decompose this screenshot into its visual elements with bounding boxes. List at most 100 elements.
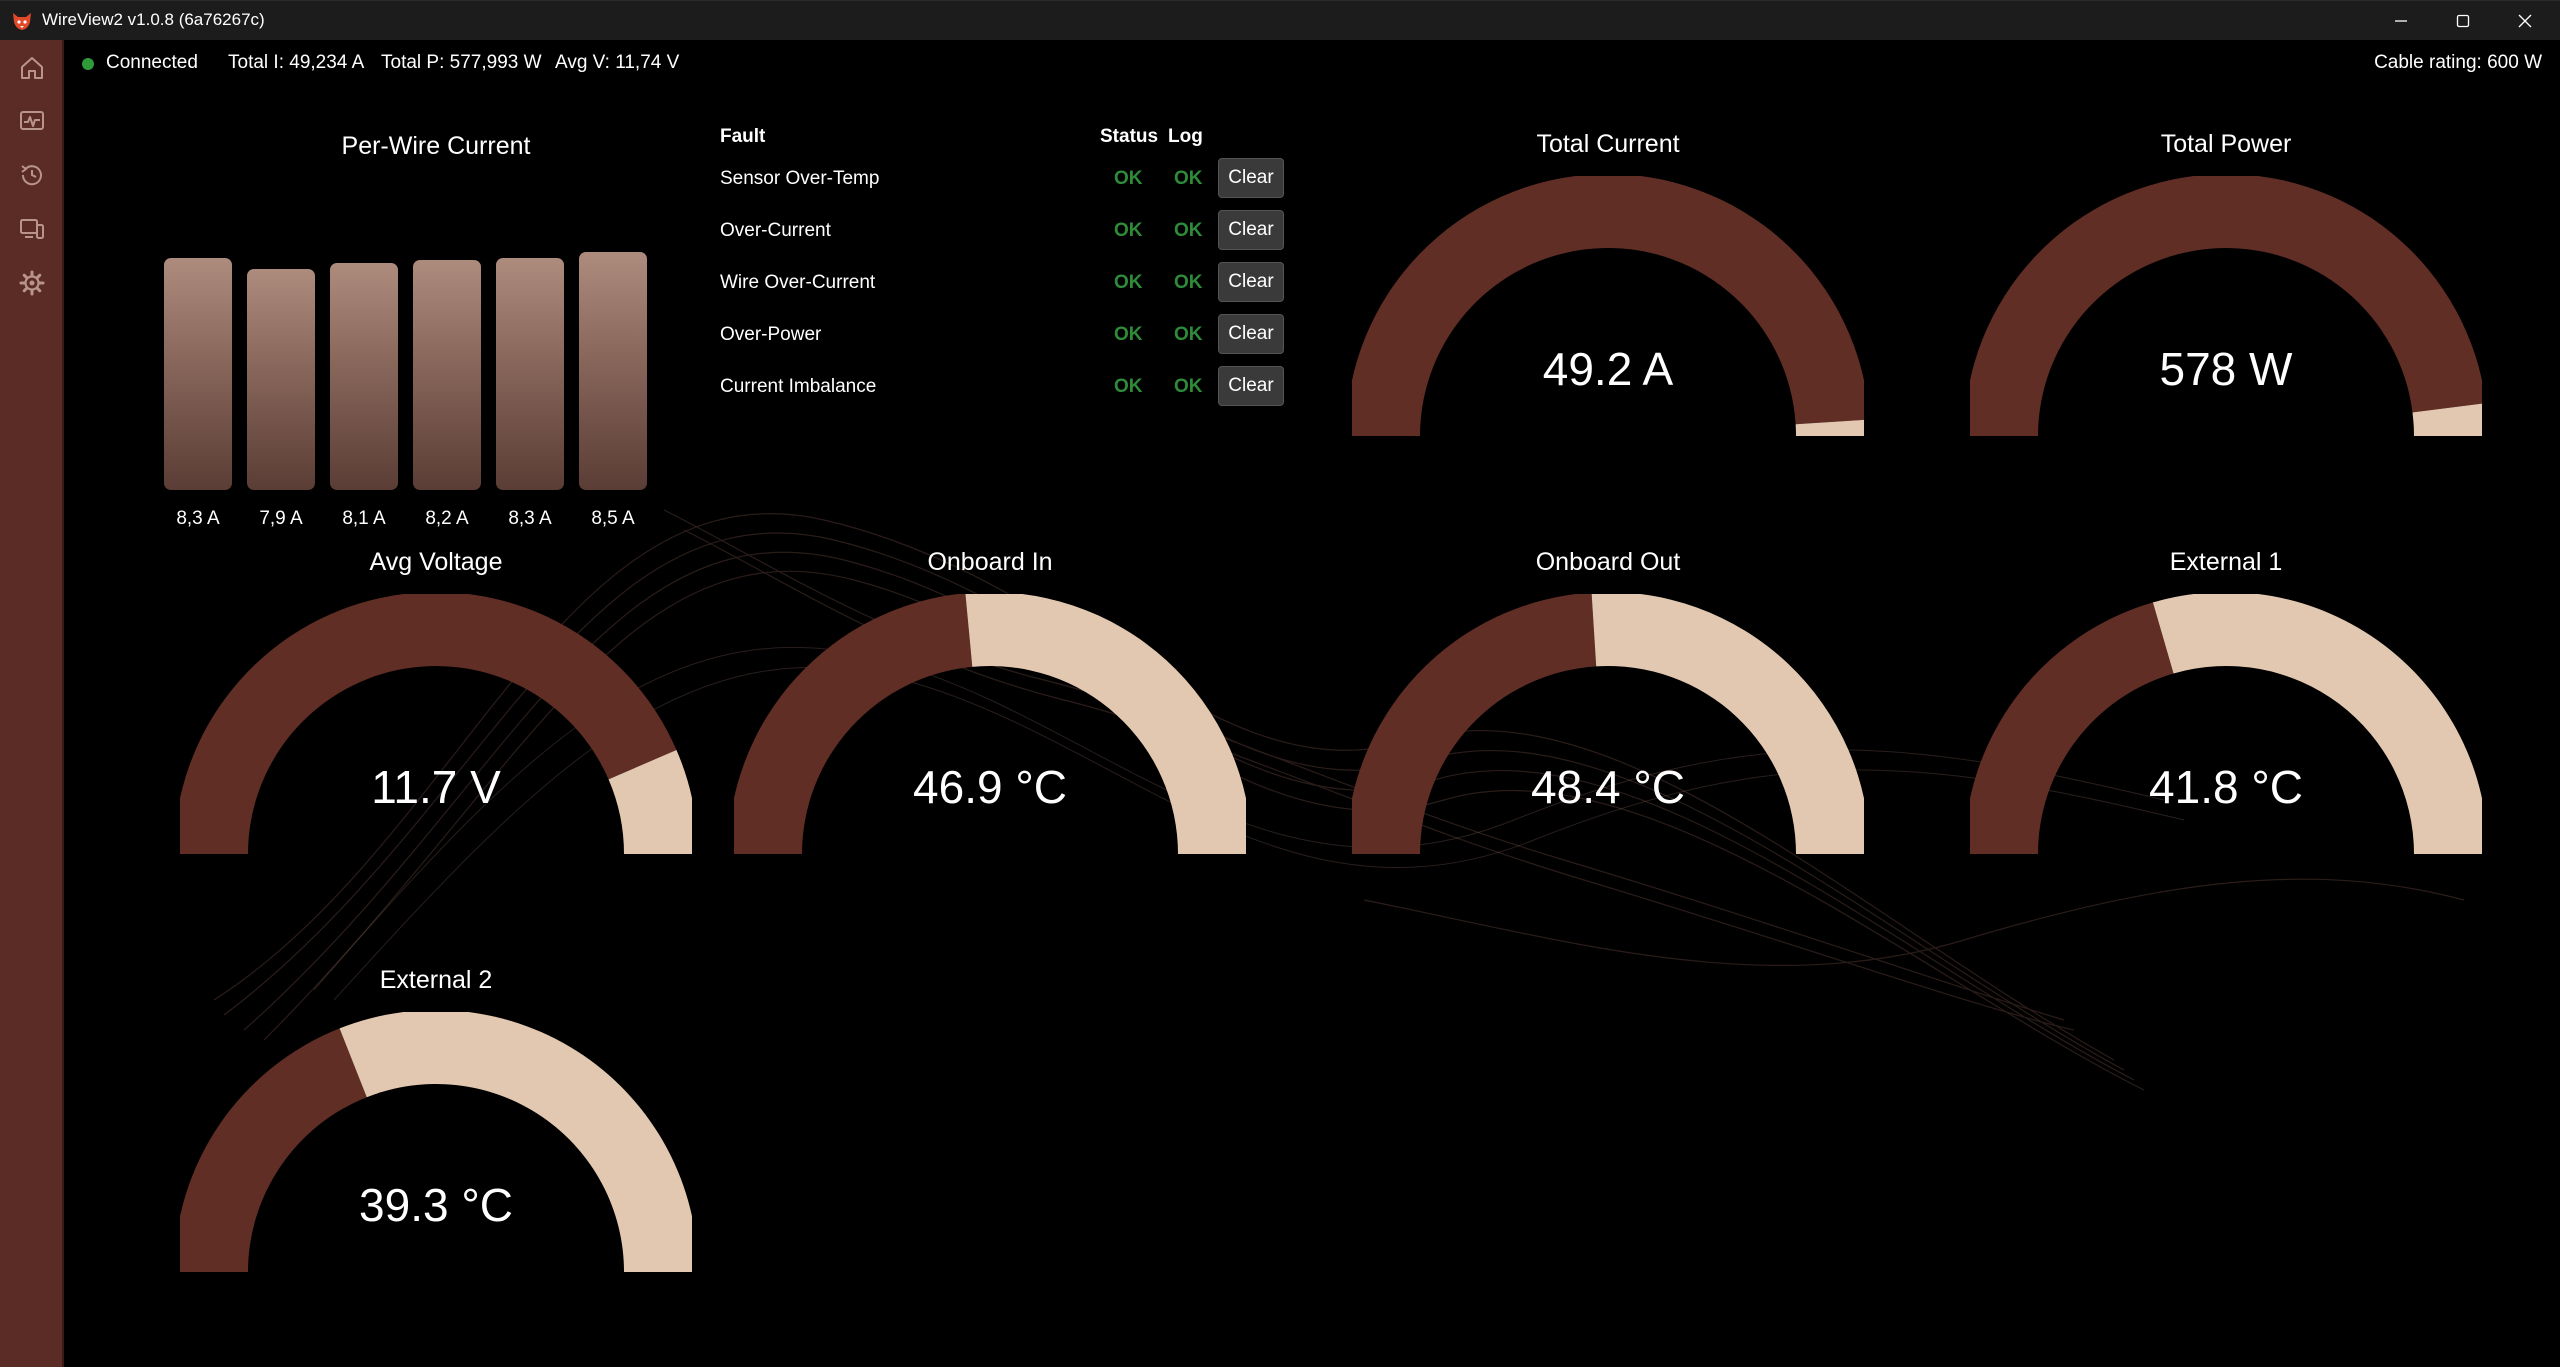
gauge-track: [1970, 176, 2482, 436]
gauge-arc: [1352, 176, 1864, 436]
clear-fault-button[interactable]: Clear: [1218, 366, 1284, 406]
title-bar: WireView2 v1.0.8 (6a76267c): [0, 0, 2560, 40]
fault-table: Fault Status Log Sensor Over-Temp OK OK Cle…: [718, 118, 1378, 458]
wire-current-bar: [413, 260, 481, 490]
close-button[interactable]: [2494, 1, 2556, 41]
monitor-chart-icon: [20, 111, 44, 130]
fault-status: OK: [1114, 168, 1143, 189]
fault-row: Current Imbalance OK OK Clear: [718, 366, 1378, 406]
sidebar-item-devices[interactable]: [14, 211, 50, 247]
gauge-value: 578 W: [2159, 343, 2293, 395]
gauge-track: [1352, 176, 1864, 436]
gauge-track: [734, 594, 973, 854]
wire-current-bar: [579, 252, 647, 490]
gear-icon: [19, 270, 45, 296]
clear-fault-button[interactable]: Clear: [1218, 210, 1284, 250]
avg-voltage-readout: Avg V: 11,74 V: [555, 52, 680, 73]
sidebar-item-monitor[interactable]: [14, 103, 50, 139]
clear-fault-button[interactable]: Clear: [1218, 262, 1284, 302]
fault-name: Sensor Over-Temp: [720, 168, 880, 189]
gauge-arc: [734, 594, 1246, 854]
fault-status: OK: [1114, 272, 1143, 293]
gauge-title: Total Current: [1536, 130, 1680, 158]
wire-current-bar: [247, 269, 315, 490]
sidebar-item-settings[interactable]: [14, 265, 50, 301]
gauge-value: 11.7 V: [371, 761, 501, 813]
dashboard: Connected Total I: 49,234 A Total P: 577…: [64, 40, 2560, 1367]
connection-status-dot: [82, 58, 94, 70]
external-1-gauge: External 1 41.8 °C: [1946, 548, 2506, 968]
sidebar-item-home[interactable]: [14, 50, 50, 86]
fault-name: Current Imbalance: [720, 376, 877, 397]
gauge-title: External 1: [2169, 548, 2283, 576]
sidebar-item-history[interactable]: [14, 157, 50, 193]
clear-fault-button[interactable]: Clear: [1218, 314, 1284, 354]
gauge-title: Avg Voltage: [369, 548, 503, 576]
fault-log: OK: [1174, 220, 1203, 241]
gauge-title: External 2: [379, 966, 493, 994]
gauge-arc: [1352, 594, 1864, 854]
home-icon: [21, 57, 43, 79]
fault-name: Over-Power: [720, 324, 822, 345]
total-current-readout: Total I: 49,234 A: [228, 52, 365, 73]
connection-status: Connected: [106, 52, 198, 73]
devices-icon: [20, 219, 44, 239]
gauge-title: Total Power: [2160, 130, 2292, 158]
wire-current-label: 8,3 A: [176, 508, 220, 529]
fault-log: OK: [1174, 376, 1203, 397]
sidebar: [0, 40, 64, 1367]
fault-status: OK: [1114, 376, 1143, 397]
gauge-fill: [965, 594, 1246, 854]
wire-current-label: 8,1 A: [342, 508, 386, 529]
gauge-value: 49.2 A: [1542, 343, 1674, 395]
gauge-title: Onboard Out: [1535, 548, 1681, 576]
onboard-in-gauge: Onboard In 46.9 °C: [710, 548, 1270, 968]
per-wire-current-chart: 8,3 A 7,9 A 8,1 A 8,2 A 8,3 A 8,5 A: [156, 200, 716, 540]
fault-status: OK: [1114, 220, 1143, 241]
wire-current-bar: [164, 258, 232, 490]
total-power-gauge: Total Power 578 W: [1946, 130, 2506, 550]
window-title: WireView2 v1.0.8 (6a76267c): [42, 10, 265, 29]
fault-header: Fault: [720, 126, 766, 147]
maximize-button[interactable]: [2432, 1, 2494, 41]
minimize-icon: [2395, 20, 2407, 22]
cable-rating: Cable rating: 600 W: [2374, 52, 2542, 73]
gauge-arc: [1970, 594, 2482, 854]
total-power-readout: Total P: 577,993 W: [381, 52, 542, 73]
clear-fault-button[interactable]: Clear: [1218, 158, 1284, 198]
gauge-track: [180, 1028, 367, 1272]
gauge-track: [1352, 594, 1597, 854]
gauge-value: 48.4 °C: [1531, 761, 1685, 813]
external-2-gauge: External 2 39.3 °C: [156, 966, 716, 1367]
gauge-fill: [1591, 594, 1864, 854]
wire-current-label: 8,3 A: [508, 508, 552, 529]
wire-current-label: 7,9 A: [259, 508, 303, 529]
fault-row: Wire Over-Current OK OK Clear: [718, 262, 1378, 302]
gauge-value: 46.9 °C: [913, 761, 1067, 813]
gauge-fill: [339, 1012, 692, 1272]
wire-current-bar: [330, 263, 398, 490]
app-logo-icon: [13, 13, 31, 30]
close-icon: [2518, 14, 2532, 28]
gauge-arc: [1970, 176, 2482, 436]
minimize-button[interactable]: [2370, 1, 2432, 41]
per-wire-current-title: Per-Wire Current: [341, 132, 531, 160]
wire-current-label: 8,5 A: [591, 508, 635, 529]
gauge-arc: [180, 1012, 692, 1272]
fault-log: OK: [1174, 272, 1203, 293]
fault-log: OK: [1174, 324, 1203, 345]
gauge-fill: [2152, 594, 2482, 854]
gauge-value: 39.3 °C: [359, 1179, 513, 1231]
log-header: Log: [1168, 126, 1203, 147]
fault-name: Wire Over-Current: [720, 272, 876, 293]
gauge-track: [1970, 602, 2174, 854]
onboard-out-gauge: Onboard Out 48.4 °C: [1328, 548, 1888, 968]
fault-row: Over-Power OK OK Clear: [718, 314, 1378, 354]
status-bar: Connected Total I: 49,234 A Total P: 577…: [64, 40, 2560, 88]
status-header: Status: [1100, 126, 1159, 147]
fault-log: OK: [1174, 168, 1203, 189]
maximize-icon: [2456, 14, 2470, 28]
wire-current-bar: [496, 258, 564, 490]
total-current-gauge: Total Current 49.2 A: [1328, 130, 1888, 550]
gauge-arc: [180, 594, 692, 854]
